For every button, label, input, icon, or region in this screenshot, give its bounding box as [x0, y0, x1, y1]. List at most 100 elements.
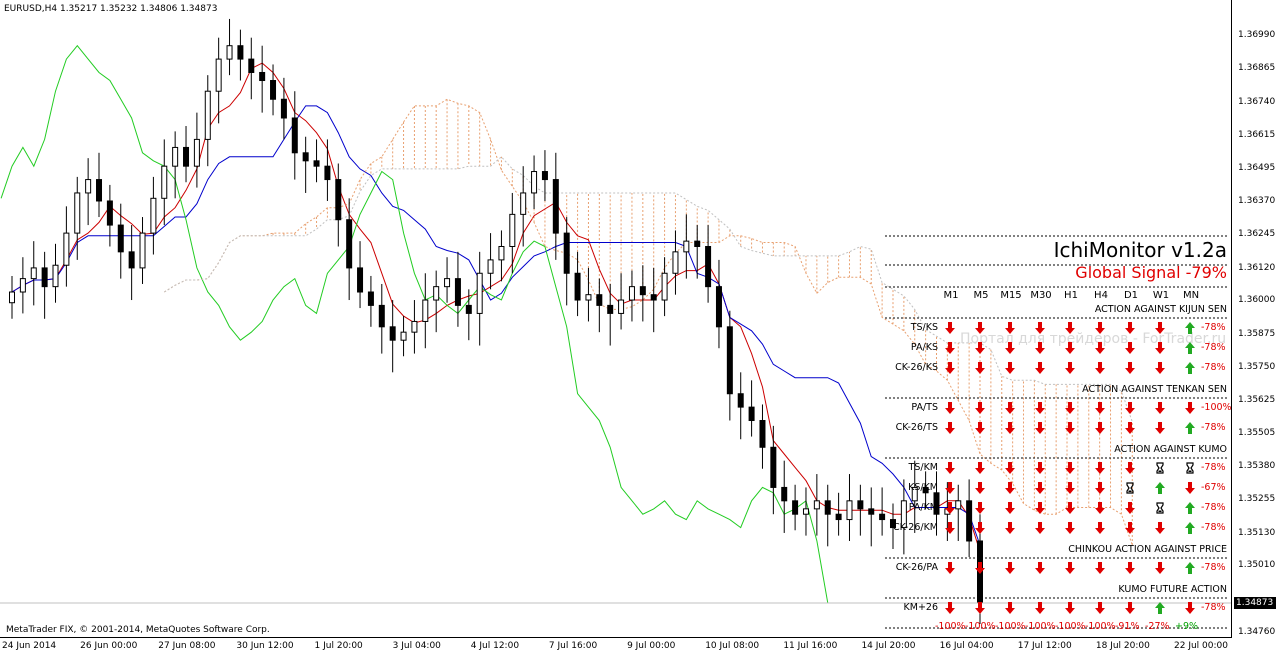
price-tick-label: 1.35505 — [1238, 427, 1276, 438]
bear-candle — [128, 251, 135, 269]
timeframe-header-m1: M1 — [943, 290, 959, 301]
bull-candle — [139, 232, 146, 269]
signal-row-label: PA/KM — [908, 502, 938, 513]
timeframe-header-m5: M5 — [973, 290, 989, 301]
arrow-down-icon — [1065, 322, 1075, 334]
current-price-badge: 1.34873 — [1234, 597, 1276, 609]
arrow-down-icon — [1035, 602, 1045, 614]
price-tick-label: 1.36740 — [1238, 96, 1276, 107]
arrow-down-icon — [1035, 522, 1045, 534]
arrow-down-icon — [1125, 362, 1135, 374]
bull-candle — [9, 291, 15, 304]
section-title: ACTION AGAINST TENKAN SEN — [1082, 384, 1227, 395]
arrow-down-icon — [945, 362, 955, 374]
price-tick-label: 1.36615 — [1238, 130, 1276, 141]
price-tick-label: 1.36000 — [1238, 295, 1276, 306]
price-tick-label: 1.36495 — [1238, 162, 1276, 173]
arrow-down-icon — [975, 362, 985, 374]
price-tick-label: 1.36865 — [1238, 63, 1276, 74]
bear-candle — [106, 200, 113, 226]
timeframe-header-mn: MN — [1182, 290, 1200, 301]
row-percentage: -78% — [1201, 562, 1226, 573]
signal-row-label: CK-26/KS — [895, 362, 938, 373]
bull-candle — [422, 299, 429, 322]
bull-candle — [150, 197, 157, 234]
arrow-down-icon — [975, 562, 985, 574]
arrow-up-icon — [1155, 602, 1165, 614]
bull-candle — [193, 138, 200, 167]
arrow-down-icon — [1125, 322, 1135, 334]
arrow-down-icon — [1065, 602, 1075, 614]
arrow-down-icon — [1125, 342, 1135, 354]
timeframe-total-pct: -100% — [1085, 621, 1116, 632]
bull-candle — [63, 232, 70, 266]
arrow-down-icon — [1155, 342, 1165, 354]
arrow-up-icon — [1185, 362, 1195, 374]
arrow-down-icon — [1125, 462, 1135, 474]
arrow-down-icon — [945, 562, 955, 574]
row-percentage: -78% — [1201, 322, 1226, 333]
arrow-down-icon — [1065, 502, 1075, 514]
arrow-down-icon — [1005, 602, 1015, 614]
arrow-down-icon — [1155, 422, 1165, 434]
bear-candle — [335, 179, 342, 221]
time-tick-label: 17 Jul 12:00 — [1017, 641, 1072, 651]
arrow-down-icon — [1125, 602, 1135, 614]
bear-candle — [259, 71, 266, 82]
arrow-down-icon — [945, 482, 955, 494]
bear-candle — [737, 393, 744, 408]
bear-candle — [607, 304, 614, 314]
bear-candle — [237, 45, 244, 60]
arrow-down-icon — [1035, 502, 1045, 514]
arrow-down-icon — [1095, 562, 1105, 574]
price-tick-label: 1.35875 — [1238, 328, 1276, 339]
bull-candle — [846, 500, 853, 521]
time-tick-label: 26 Jun 00:00 — [80, 641, 138, 651]
price-tick-label: 1.36245 — [1238, 229, 1276, 240]
time-tick-label: 11 Jul 16:00 — [783, 641, 838, 651]
bull-candle — [498, 245, 505, 261]
arrow-down-icon — [1065, 362, 1075, 374]
bull-candle — [226, 45, 233, 60]
arrow-down-icon — [975, 322, 985, 334]
bear-candle — [563, 232, 570, 274]
bear-candle — [824, 500, 831, 515]
symbol-info: EURUSD,H4 1.35217 1.35232 1.34806 1.3487… — [4, 4, 218, 14]
bull-candle — [802, 508, 809, 515]
arrow-down-icon — [945, 322, 955, 334]
arrow-down-icon — [1035, 362, 1045, 374]
arrow-down-icon — [1065, 462, 1075, 474]
arrow-down-icon — [1125, 562, 1135, 574]
bear-candle — [367, 291, 374, 306]
price-tick-label: 1.35380 — [1238, 461, 1276, 472]
arrow-up-icon — [1185, 342, 1195, 354]
timeframe-header-h4: H4 — [1094, 290, 1108, 301]
bear-candle — [313, 160, 320, 167]
arrow-down-icon — [975, 522, 985, 534]
bear-candle — [879, 513, 886, 521]
arrow-down-icon — [975, 342, 985, 354]
timeframe-total-pct: -100% — [965, 621, 996, 632]
timeframe-total-pct: -100% — [1055, 621, 1086, 632]
arrow-down-icon — [1155, 522, 1165, 534]
timeframe-header-m30: M30 — [1030, 290, 1052, 301]
bull-candle — [433, 286, 440, 301]
time-tick-label: 22 Jul 00:00 — [1174, 641, 1228, 651]
bear-candle — [650, 294, 657, 301]
arrow-down-icon — [1035, 402, 1045, 414]
price-tick-label: 1.35625 — [1238, 395, 1276, 406]
section-title: ACTION AGAINST KIJUN SEN — [1094, 304, 1227, 315]
section-title: KUMO FUTURE ACTION — [1118, 584, 1227, 595]
arrow-down-icon — [945, 402, 955, 414]
arrow-down-icon — [1005, 322, 1015, 334]
arrow-up-icon — [1185, 502, 1195, 514]
hourglass-icon — [1156, 462, 1164, 474]
row-percentage: -78% — [1201, 462, 1226, 473]
arrow-up-icon — [1185, 422, 1195, 434]
time-tick-label: 10 Jul 08:00 — [705, 641, 760, 651]
price-chart[interactable] — [0, 0, 1232, 638]
bear-candle — [639, 286, 646, 296]
arrow-down-icon — [975, 482, 985, 494]
arrow-down-icon — [1005, 342, 1015, 354]
time-tick-label: 18 Jul 20:00 — [1095, 641, 1150, 651]
